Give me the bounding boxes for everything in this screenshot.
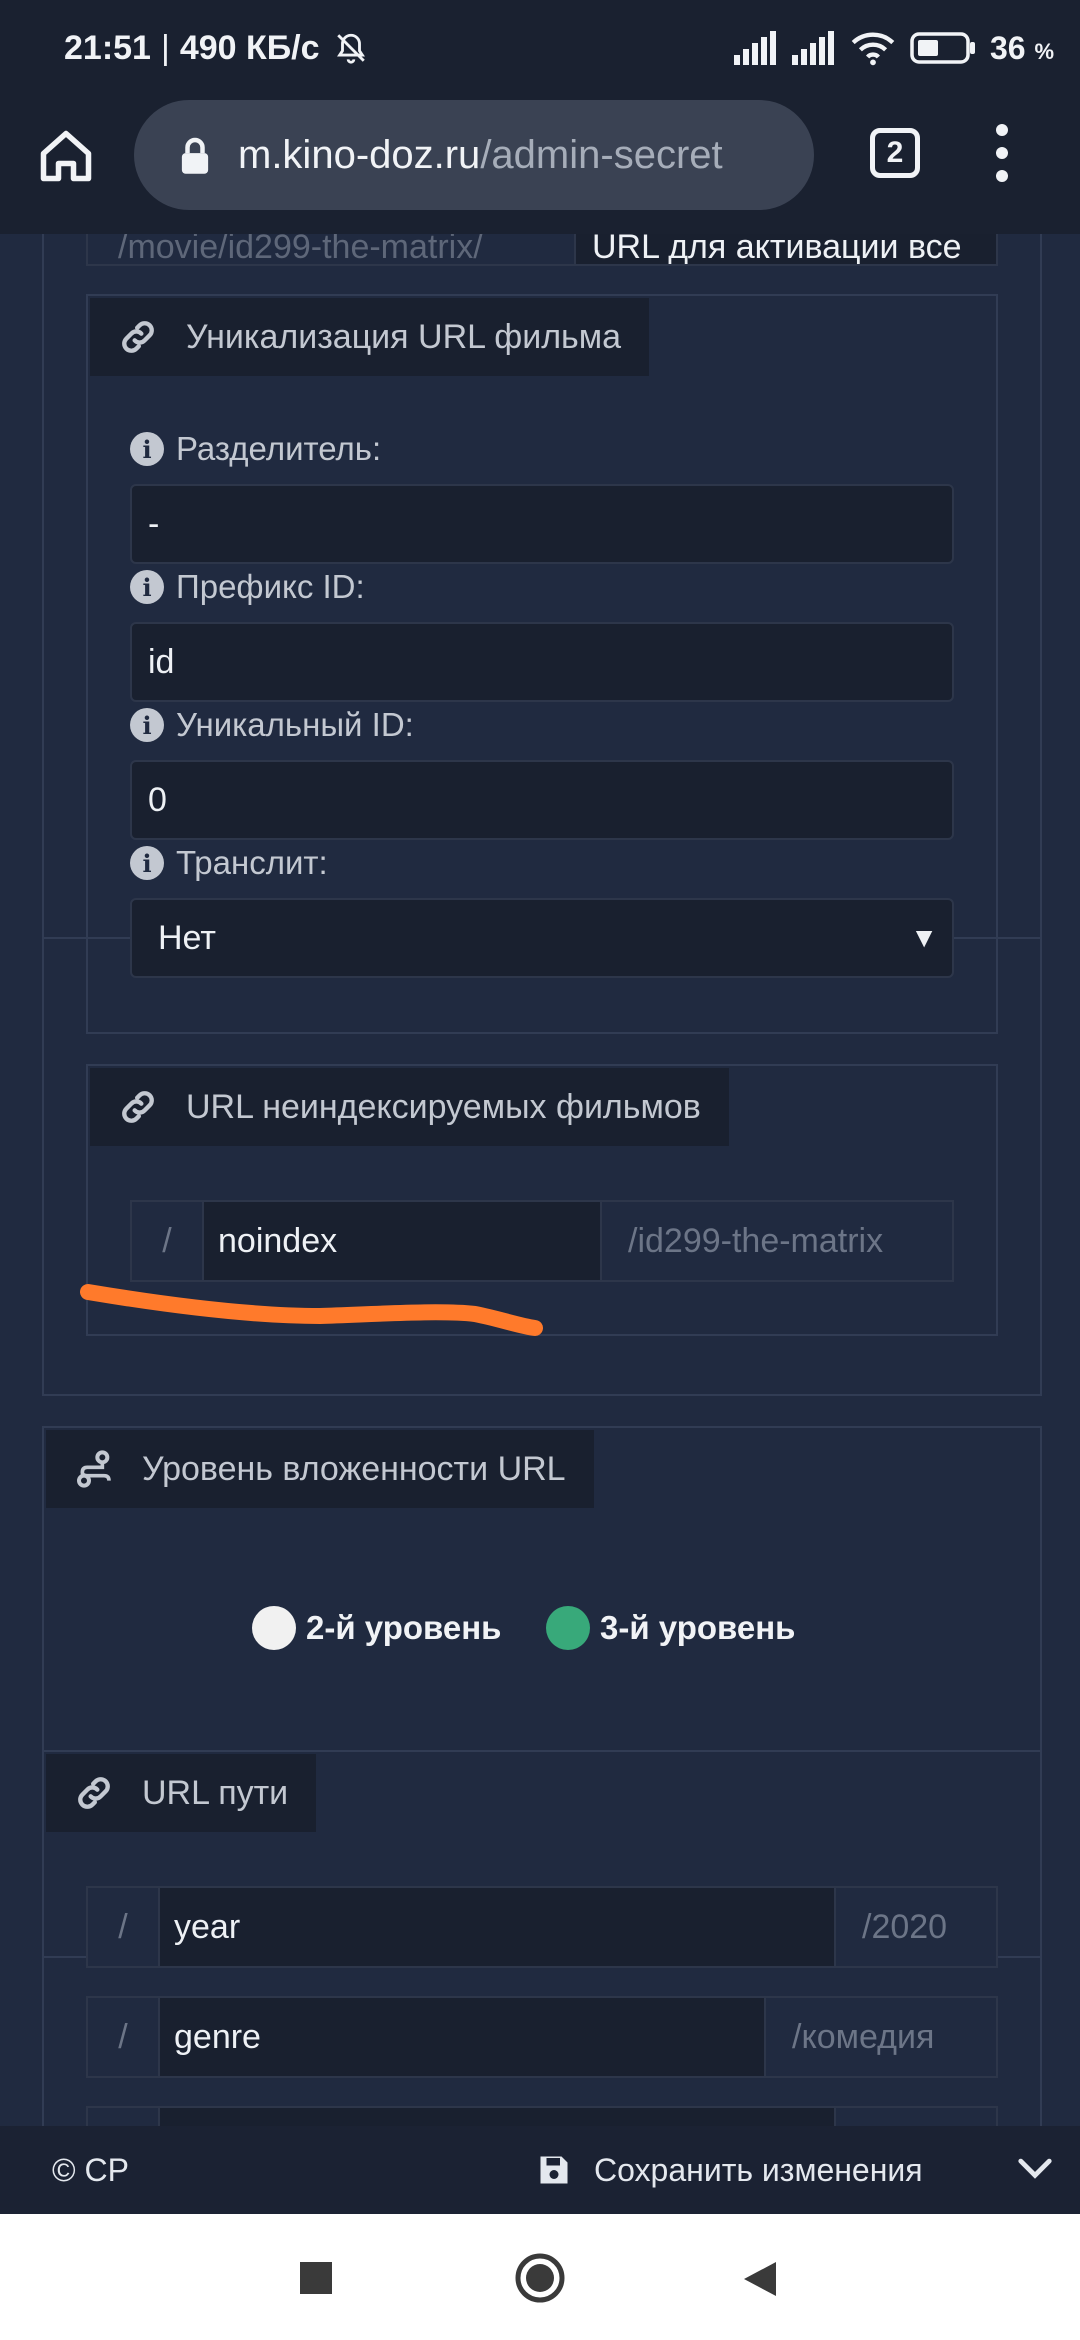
level-option-2[interactable]: 2-й уровень xyxy=(252,1606,501,1650)
path-year-input[interactable]: year xyxy=(160,1886,834,1968)
annotation-underline xyxy=(80,1284,543,1336)
signal-1-icon xyxy=(733,31,776,65)
copyright-text: © CP xyxy=(52,2151,129,2188)
partial-url-row: /movie/id299-the-matrix/ URL для активац… xyxy=(86,234,998,266)
path-year-suffix: /2020 xyxy=(834,1886,998,1968)
section-unique-legend: Уникализация URL фильма xyxy=(90,298,650,376)
save-changes-button[interactable]: Сохранить изменения xyxy=(536,2152,923,2189)
lock-icon xyxy=(181,137,209,174)
browser-toolbar: m.kino-doz.ru/admin-secret 2 xyxy=(0,96,1080,234)
floppy-disk-icon xyxy=(540,2156,568,2184)
id-prefix-input[interactable]: id xyxy=(130,622,954,702)
separator-input[interactable]: - xyxy=(130,484,954,564)
battery-level: 36 % xyxy=(989,29,1054,66)
info-icon[interactable]: i xyxy=(130,708,164,742)
level-option-3-label: 3-й уровень xyxy=(600,1609,796,1646)
overflow-menu-icon[interactable] xyxy=(990,124,1014,186)
back-triangle-icon[interactable] xyxy=(742,2260,778,2298)
unique-id-label: i Уникальный ID: xyxy=(130,706,414,744)
radio-unselected[interactable] xyxy=(252,1606,296,1650)
section-noindex-legend: URL неиндексируемых фильмов xyxy=(90,1068,729,1146)
wifi-icon xyxy=(851,32,895,66)
system-nav-bar xyxy=(0,2214,1080,2340)
save-changes-label: Сохранить изменения xyxy=(594,2151,923,2188)
path-genre-suffix: /комедия xyxy=(764,1996,998,2078)
path-partial-input[interactable] xyxy=(160,2106,834,2126)
radio-selected[interactable] xyxy=(546,1606,590,1650)
level-option-3[interactable]: 3-й уровень xyxy=(546,1606,795,1650)
status-separator: | xyxy=(160,28,170,67)
home-circle-icon[interactable] xyxy=(514,2252,566,2304)
noindex-url-row: / noindex /id299-the-matrix xyxy=(130,1200,954,1282)
home-icon[interactable] xyxy=(36,126,96,186)
noindex-suffix: /id299-the-matrix xyxy=(600,1200,954,1282)
settings-content: /movie/id299-the-matrix/ URL для активац… xyxy=(0,234,1080,2126)
address-bar[interactable]: m.kino-doz.ru/admin-secret xyxy=(134,100,814,210)
link-icon xyxy=(122,321,154,353)
outer-panel-right-edge xyxy=(1040,234,1042,1396)
status-network-speed: 490 КБ/с xyxy=(179,28,320,67)
path-genre-input[interactable]: genre xyxy=(160,1996,764,2078)
outer-panel-edge xyxy=(42,1394,1042,1396)
section-noindex-title: URL неиндексируемых фильмов xyxy=(186,1087,701,1126)
level-option-2-label: 2-й уровень xyxy=(306,1609,502,1646)
path-row-genre: / genre /комедия xyxy=(86,1996,998,2078)
section-paths-title: URL пути xyxy=(142,1773,289,1812)
chevron-down-icon: ▼ xyxy=(910,922,938,953)
status-bar: 21:51 | 490 КБ/с 36 % xyxy=(0,0,1080,96)
section-level-legend: Уровень вложенности URL xyxy=(46,1430,594,1508)
section-unique-title: Уникализация URL фильма xyxy=(186,317,622,356)
outer-panel-left-edge xyxy=(42,234,44,1396)
section-paths-legend: URL пути xyxy=(46,1754,317,1832)
info-icon[interactable]: i xyxy=(130,432,164,466)
partial-url-input[interactable]: URL для активации все xyxy=(576,234,998,266)
save-bar: © CP Сохранить изменения xyxy=(0,2126,1080,2214)
path-genre-prefix: / xyxy=(86,1996,160,2078)
url-host: m.kino-doz.ru xyxy=(238,132,481,177)
info-icon[interactable]: i xyxy=(130,846,164,880)
status-time: 21:51 xyxy=(64,28,151,67)
route-icon xyxy=(77,1450,111,1488)
tab-switcher-button[interactable]: 2 xyxy=(870,128,920,178)
chevron-down-icon[interactable] xyxy=(1016,2154,1054,2184)
id-prefix-label: i Префикс ID: xyxy=(130,568,365,606)
section-level-title: Уровень вложенности URL xyxy=(142,1449,566,1488)
separator-label: i Разделитель: xyxy=(130,430,381,468)
path-year-prefix: / xyxy=(86,1886,160,1968)
signal-2-icon xyxy=(791,31,834,65)
partial-url-prefix: /movie/id299-the-matrix/ xyxy=(86,234,576,266)
battery-icon xyxy=(910,32,975,64)
link-icon xyxy=(122,1091,154,1123)
unique-id-input[interactable]: 0 xyxy=(130,760,954,840)
translit-select[interactable]: Нет ▼ xyxy=(130,898,954,978)
path-row-year: / year /2020 xyxy=(86,1886,998,1968)
info-icon[interactable]: i xyxy=(130,570,164,604)
url-path: /admin-secret xyxy=(480,132,723,177)
translit-selected-value: Нет xyxy=(158,918,216,957)
noindex-prefix: / xyxy=(130,1200,204,1282)
recents-square-icon[interactable] xyxy=(300,2262,332,2294)
path-row-partial xyxy=(86,2106,998,2126)
bell-muted-icon xyxy=(336,33,365,64)
translit-label: i Транслит: xyxy=(130,844,328,882)
link-icon xyxy=(78,1777,110,1809)
noindex-input[interactable]: noindex xyxy=(204,1200,600,1282)
